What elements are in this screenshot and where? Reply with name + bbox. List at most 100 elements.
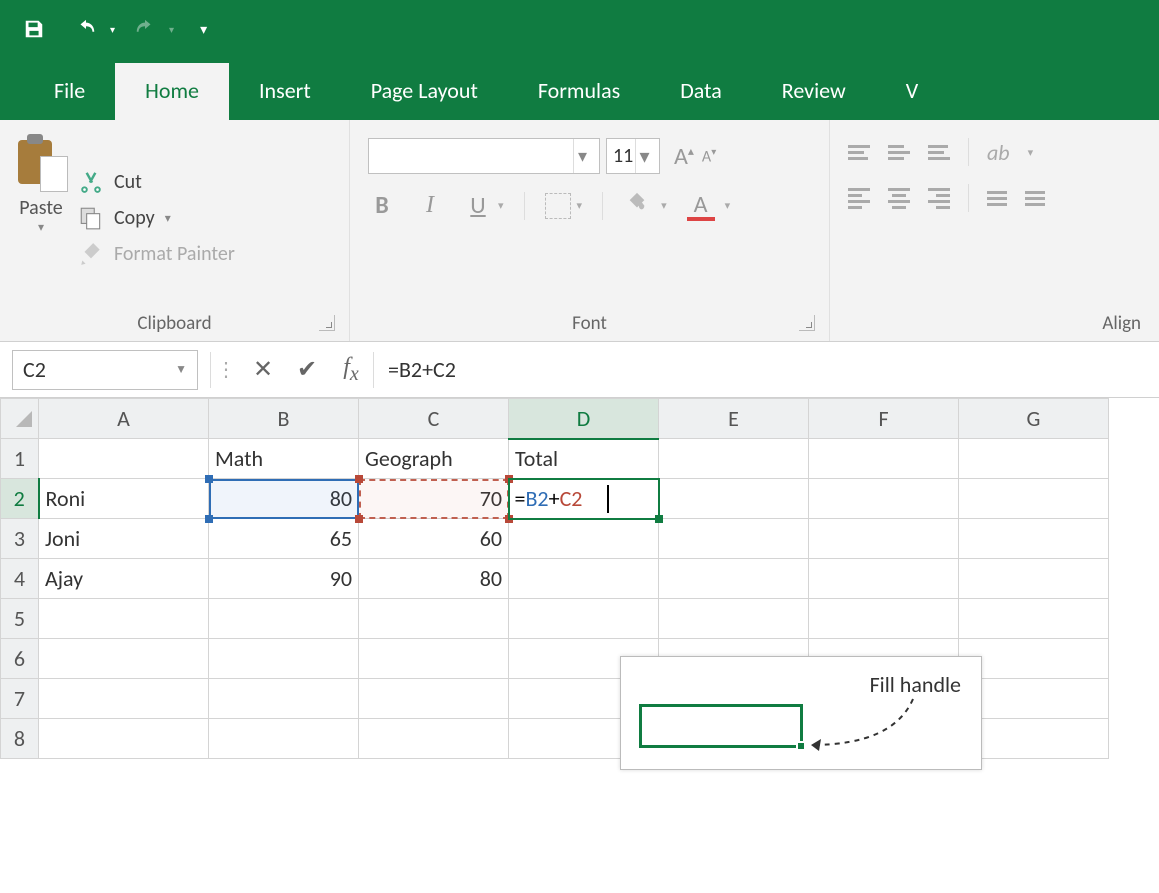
- select-all-corner[interactable]: [1, 399, 39, 439]
- row-header-5[interactable]: 5: [1, 599, 39, 639]
- cell-A3[interactable]: Joni: [39, 519, 209, 559]
- align-right-button[interactable]: [928, 188, 950, 209]
- align-bottom-button[interactable]: [928, 145, 950, 160]
- italic-button[interactable]: I: [416, 192, 444, 219]
- cell-F5[interactable]: [809, 599, 959, 639]
- cell-F4[interactable]: [809, 559, 959, 599]
- grow-font-button[interactable]: A▴: [674, 142, 694, 171]
- formula-input[interactable]: =B2+C2: [374, 356, 1159, 383]
- cell-A1[interactable]: [39, 439, 209, 479]
- col-header-G[interactable]: G: [959, 399, 1109, 439]
- cell-A8[interactable]: [39, 719, 209, 759]
- clipboard-dialog-launcher[interactable]: [319, 315, 335, 331]
- cell-A5[interactable]: [39, 599, 209, 639]
- cell-A2[interactable]: Roni: [39, 479, 209, 519]
- cell-E1[interactable]: [659, 439, 809, 479]
- cell-B2[interactable]: 80: [209, 479, 359, 519]
- tab-review[interactable]: Review: [752, 63, 876, 120]
- cell-B5[interactable]: [209, 599, 359, 639]
- row-header-4[interactable]: 4: [1, 559, 39, 599]
- tab-file[interactable]: File: [24, 63, 115, 120]
- save-button[interactable]: [12, 10, 56, 48]
- cell-D3[interactable]: [509, 519, 659, 559]
- cell-G5[interactable]: [959, 599, 1109, 639]
- cell-A7[interactable]: [39, 679, 209, 719]
- underline-button[interactable]: U: [464, 191, 492, 220]
- shrink-font-button[interactable]: A▾: [702, 145, 716, 166]
- col-header-A[interactable]: A: [39, 399, 209, 439]
- cell-C4[interactable]: 80: [359, 559, 509, 599]
- tab-formulas[interactable]: Formulas: [508, 63, 650, 120]
- orientation-button[interactable]: ab: [987, 139, 1010, 166]
- cell-B8[interactable]: [209, 719, 359, 759]
- cell-A4[interactable]: Ajay: [39, 559, 209, 599]
- align-left-button[interactable]: [848, 188, 870, 209]
- cell-E5[interactable]: [659, 599, 809, 639]
- cell-E4[interactable]: [659, 559, 809, 599]
- bold-button[interactable]: B: [368, 191, 396, 220]
- cell-C2[interactable]: 70: [359, 479, 509, 519]
- font-dialog-launcher[interactable]: [799, 315, 815, 331]
- cell-C8[interactable]: [359, 719, 509, 759]
- cell-C3[interactable]: 60: [359, 519, 509, 559]
- cell-F1[interactable]: [809, 439, 959, 479]
- tab-data[interactable]: Data: [650, 63, 752, 120]
- undo-dropdown[interactable]: ▾: [110, 23, 115, 36]
- cell-C6[interactable]: [359, 639, 509, 679]
- cell-G1[interactable]: [959, 439, 1109, 479]
- row-header-8[interactable]: 8: [1, 719, 39, 759]
- cell-D2-editing[interactable]: =B2+C2: [515, 485, 583, 512]
- cell-C1[interactable]: Geograph: [359, 439, 509, 479]
- font-size-combo[interactable]: 11▾: [606, 138, 660, 174]
- col-header-C[interactable]: C: [359, 399, 509, 439]
- col-header-E[interactable]: E: [659, 399, 809, 439]
- row-header-3[interactable]: 3: [1, 519, 39, 559]
- cell-E2[interactable]: [659, 479, 809, 519]
- fill-color-button[interactable]: [623, 191, 651, 220]
- cell-B1[interactable]: Math: [209, 439, 359, 479]
- row-header-6[interactable]: 6: [1, 639, 39, 679]
- row-header-1[interactable]: 1: [1, 439, 39, 479]
- cut-button[interactable]: Cut: [78, 169, 235, 195]
- cell-G4[interactable]: [959, 559, 1109, 599]
- font-color-button[interactable]: A: [687, 190, 715, 221]
- formula-bar-grip[interactable]: ⋮: [211, 357, 241, 382]
- cell-F2[interactable]: [809, 479, 959, 519]
- worksheet-grid[interactable]: ABCDEFG1MathGeographTotal2Roni80703Joni6…: [0, 398, 1159, 759]
- cell-F3[interactable]: [809, 519, 959, 559]
- paste-button[interactable]: Paste ▾: [14, 130, 68, 306]
- decrease-indent-button[interactable]: [987, 191, 1007, 206]
- align-top-button[interactable]: [848, 145, 870, 160]
- undo-button[interactable]: [64, 10, 108, 48]
- align-center-button[interactable]: [888, 188, 910, 209]
- font-name-combo[interactable]: ▾: [368, 138, 600, 174]
- tab-view-partial[interactable]: V: [876, 63, 948, 120]
- row-header-7[interactable]: 7: [1, 679, 39, 719]
- cell-C7[interactable]: [359, 679, 509, 719]
- copy-button[interactable]: Copy ▾: [78, 205, 235, 231]
- cancel-button[interactable]: ✕: [241, 355, 285, 384]
- row-header-2[interactable]: 2: [1, 479, 39, 519]
- cell-B3[interactable]: 65: [209, 519, 359, 559]
- align-middle-button[interactable]: [888, 145, 910, 160]
- paste-dropdown[interactable]: ▾: [38, 220, 44, 235]
- col-header-D[interactable]: D: [509, 399, 659, 439]
- tab-home[interactable]: Home: [115, 63, 229, 120]
- cell-D4[interactable]: [509, 559, 659, 599]
- cell-A6[interactable]: [39, 639, 209, 679]
- customize-qat-button[interactable]: ▾: [200, 21, 207, 38]
- cell-B4[interactable]: 90: [209, 559, 359, 599]
- cell-B7[interactable]: [209, 679, 359, 719]
- name-box[interactable]: C2 ▼: [12, 350, 198, 390]
- insert-function-button[interactable]: fx: [329, 354, 373, 386]
- col-header-F[interactable]: F: [809, 399, 959, 439]
- cell-C5[interactable]: [359, 599, 509, 639]
- cell-D5[interactable]: [509, 599, 659, 639]
- cell-E3[interactable]: [659, 519, 809, 559]
- tab-page-layout[interactable]: Page Layout: [341, 63, 508, 120]
- cell-G3[interactable]: [959, 519, 1109, 559]
- cell-B6[interactable]: [209, 639, 359, 679]
- cell-G2[interactable]: [959, 479, 1109, 519]
- col-header-B[interactable]: B: [209, 399, 359, 439]
- cell-D1[interactable]: Total: [509, 439, 659, 479]
